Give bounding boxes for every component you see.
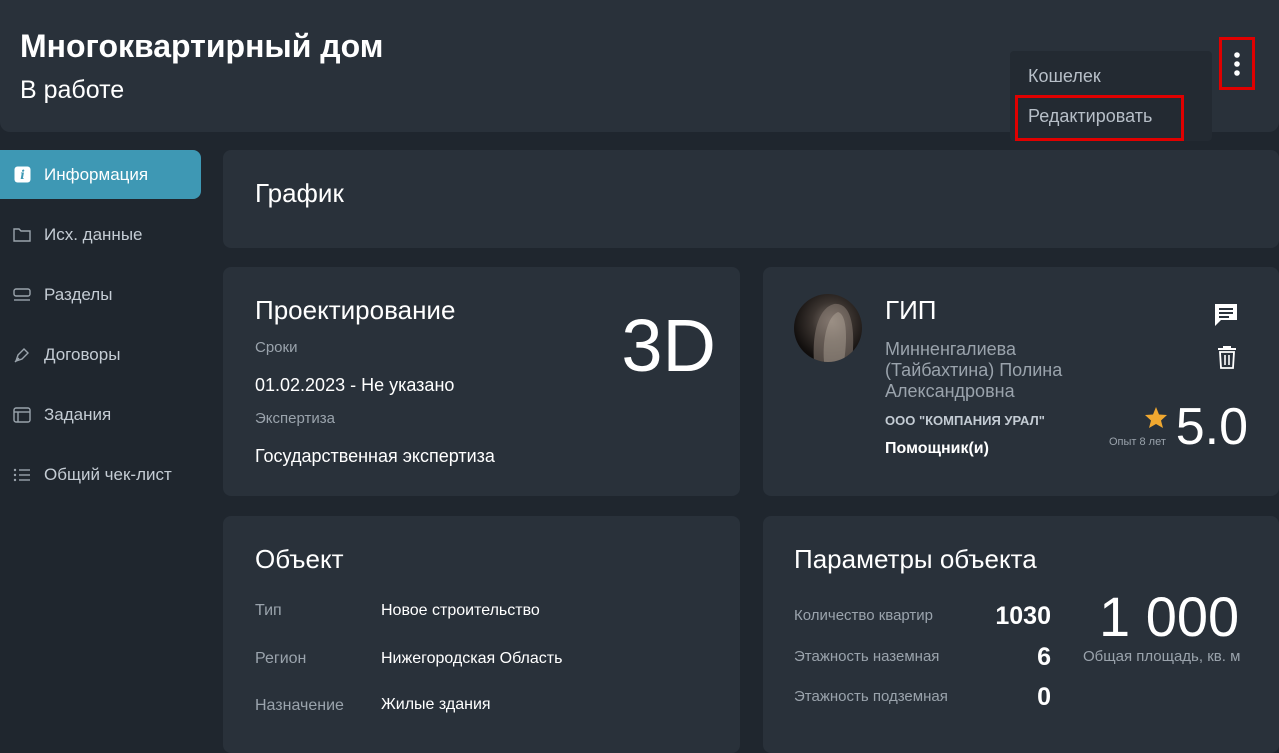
dropdown-menu: Кошелек Редактировать bbox=[1010, 51, 1212, 141]
terms-value: 01.02.2023 - Не указано bbox=[255, 375, 455, 395]
total-area-label: Общая площадь, кв. м bbox=[1083, 648, 1241, 665]
sidebar-item-contracts[interactable]: Договоры bbox=[0, 330, 205, 379]
object-title: Объект bbox=[255, 544, 344, 574]
star-icon bbox=[1144, 406, 1168, 434]
more-menu-button[interactable] bbox=[1219, 37, 1255, 90]
pen-icon bbox=[12, 345, 32, 365]
sidebar-item-label: Общий чек-лист bbox=[44, 464, 172, 484]
gip-name: Минненгалиева (Тайбахтина) Полина Алекса… bbox=[885, 339, 1063, 401]
sidebar-item-info[interactable]: i Информация bbox=[0, 150, 201, 199]
object-region-value: Нижегородская Область bbox=[381, 650, 563, 667]
apartments-value: 1030 bbox=[995, 602, 1051, 630]
sidebar-item-checklist[interactable]: Общий чек-лист bbox=[0, 450, 205, 499]
tasks-icon bbox=[12, 405, 32, 425]
gip-title: ГИП bbox=[885, 295, 937, 325]
sidebar-item-label: Разделы bbox=[44, 284, 113, 304]
message-button[interactable] bbox=[1213, 302, 1239, 333]
object-region-label: Регион bbox=[255, 650, 307, 667]
page-title: Многоквартирный дом bbox=[20, 28, 384, 64]
sidebar-item-label: Исх. данные bbox=[44, 224, 143, 244]
svg-text:i: i bbox=[20, 168, 25, 182]
info-icon: i bbox=[12, 165, 32, 185]
floors-above-label: Этажность наземная bbox=[794, 648, 940, 665]
sidebar-item-tasks[interactable]: Задания bbox=[0, 390, 205, 439]
floors-below-label: Этажность подземная bbox=[794, 688, 948, 705]
avatar bbox=[794, 294, 862, 362]
gip-company: ООО "КОМПАНИЯ УРАЛ" bbox=[885, 413, 1045, 428]
expertise-value: Государственная экспертиза bbox=[255, 446, 495, 466]
message-icon bbox=[1215, 304, 1237, 326]
project-status: В работе bbox=[20, 76, 125, 104]
object-type-label: Тип bbox=[255, 602, 282, 619]
params-card: Параметры объекта Количество квартир 103… bbox=[763, 516, 1279, 753]
expertise-label: Экспертиза bbox=[255, 410, 335, 427]
folder-icon bbox=[12, 225, 32, 245]
apartments-label: Количество квартир bbox=[794, 607, 934, 624]
floors-below-value: 0 bbox=[1037, 683, 1051, 711]
sections-icon bbox=[12, 285, 32, 305]
gip-card: ГИП Минненгалиева (Тайбахтина) Полина Ал… bbox=[763, 267, 1279, 496]
design-title: Проектирование bbox=[255, 295, 456, 325]
3d-badge: 3D bbox=[621, 304, 716, 387]
delete-button[interactable] bbox=[1217, 344, 1237, 375]
trash-icon bbox=[1218, 346, 1236, 369]
params-title: Параметры объекта bbox=[794, 544, 1037, 574]
menu-item-wallet[interactable]: Кошелек bbox=[1028, 66, 1101, 87]
floors-above-value: 6 bbox=[1037, 643, 1051, 671]
design-card: Проектирование Сроки 01.02.2023 - Не ука… bbox=[223, 267, 740, 496]
assistants-link[interactable]: Помощник(и) bbox=[885, 440, 989, 458]
menu-item-edit[interactable]: Редактировать bbox=[1015, 95, 1184, 141]
sidebar-item-sections[interactable]: Разделы bbox=[0, 270, 205, 319]
schedule-title: График bbox=[255, 178, 344, 208]
total-area-value: 1 000 bbox=[1099, 585, 1240, 648]
more-vertical-icon bbox=[1234, 51, 1240, 76]
object-card: Объект Тип Новое строительство Регион Ни… bbox=[223, 516, 740, 753]
experience-label: Опыт 8 лет bbox=[1109, 436, 1166, 448]
schedule-card[interactable]: График bbox=[223, 150, 1279, 248]
rating-value: 5.0 bbox=[1175, 398, 1248, 456]
object-purpose-label: Назначение bbox=[255, 697, 344, 714]
sidebar: i Информация Исх. данные Разделы Договор… bbox=[0, 150, 205, 510]
object-type-value: Новое строительство bbox=[381, 602, 540, 619]
object-purpose-value: Жилые здания bbox=[381, 696, 491, 713]
terms-label: Сроки bbox=[255, 339, 298, 356]
list-icon bbox=[12, 465, 32, 485]
sidebar-item-label: Задания bbox=[44, 404, 112, 424]
sidebar-item-source-data[interactable]: Исх. данные bbox=[0, 210, 205, 259]
sidebar-item-label: Договоры bbox=[44, 344, 121, 364]
sidebar-item-label: Информация bbox=[44, 164, 149, 184]
